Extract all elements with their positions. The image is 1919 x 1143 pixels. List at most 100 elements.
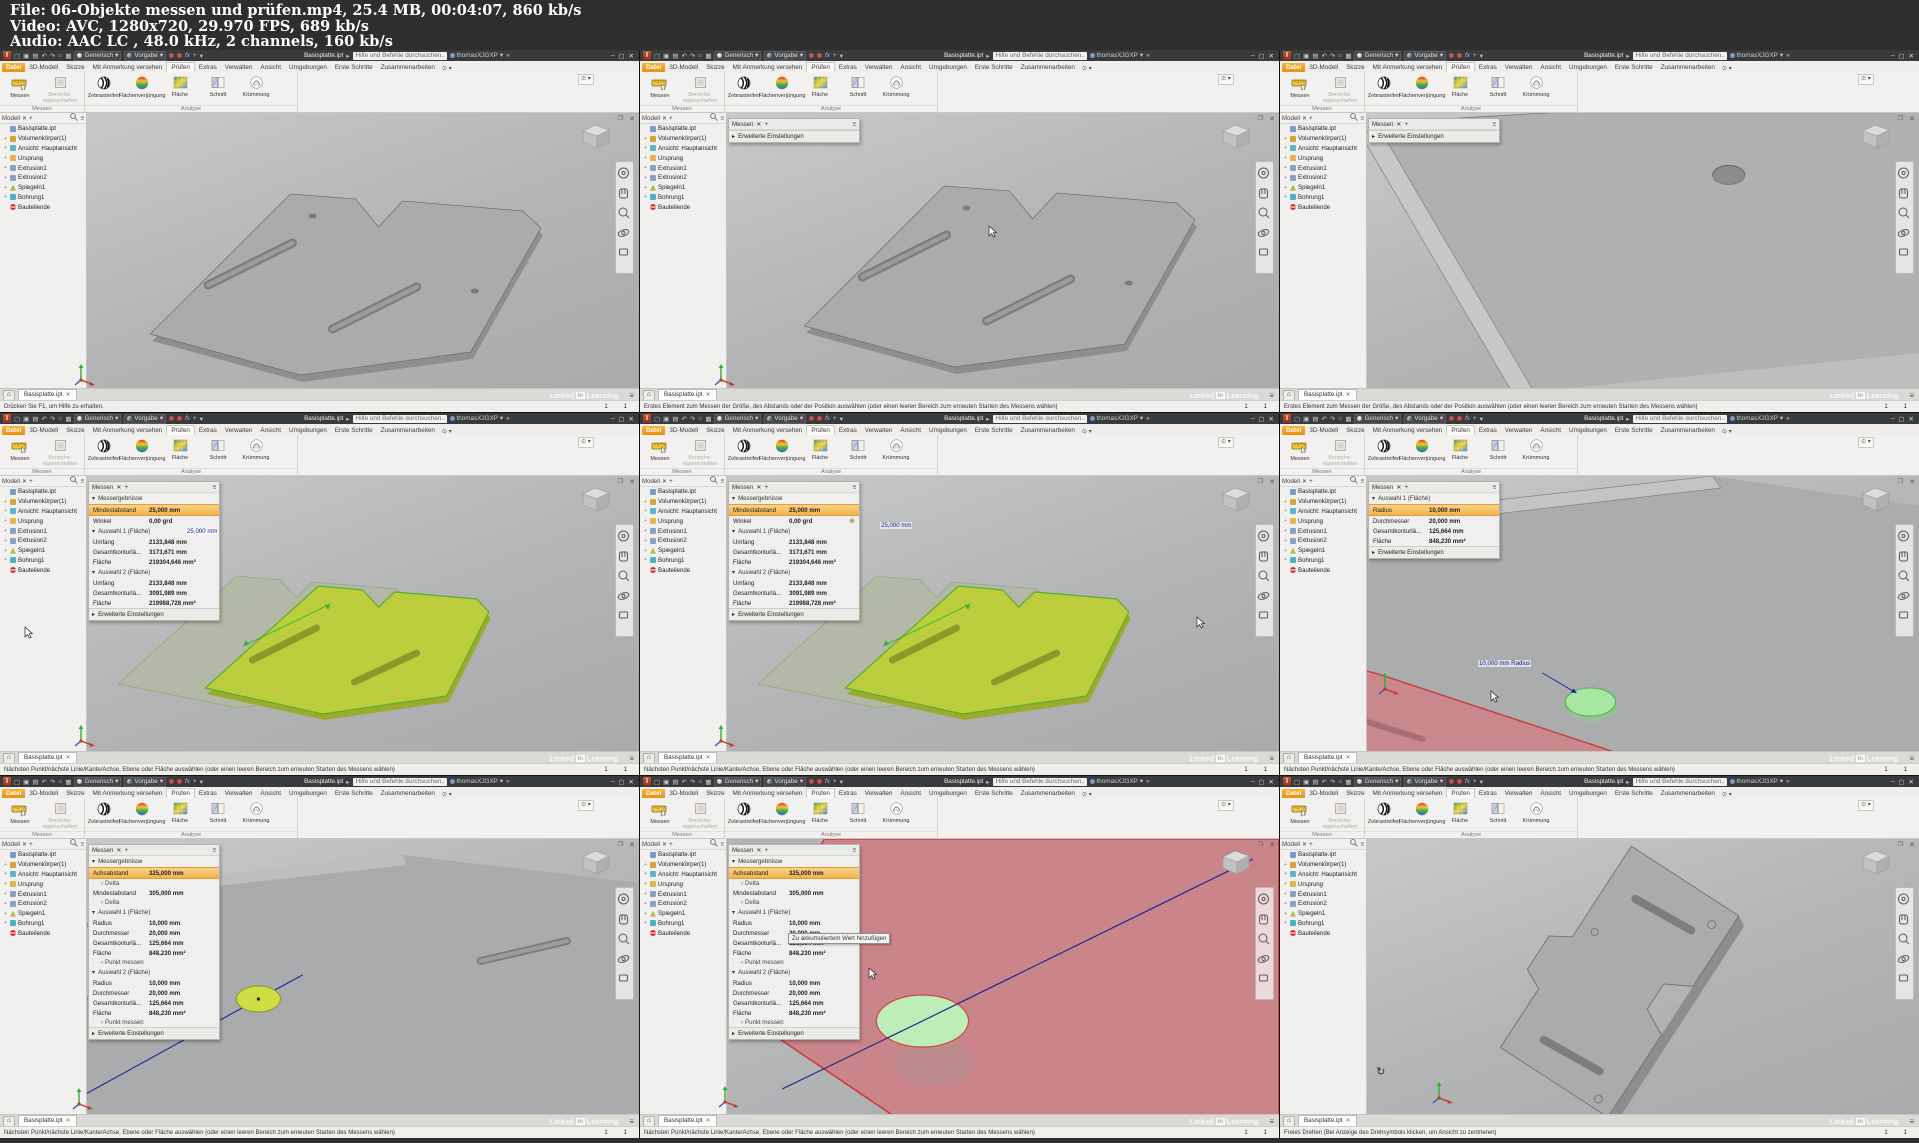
color-override-icon[interactable] (1449, 53, 1454, 58)
tool-zebra-stripes[interactable]: Zebrastreifen (1365, 436, 1403, 463)
minimize-button[interactable]: ‒ (1251, 778, 1255, 786)
add-icon[interactable]: + (669, 478, 673, 485)
tree-item[interactable]: +Bohrung1 (0, 556, 86, 566)
tree-item[interactable]: +Bohrung1 (0, 193, 86, 203)
home-icon[interactable]: ⌂ (58, 415, 62, 422)
tree-item[interactable]: +Spiegeln1 (0, 909, 86, 919)
tool-draft-analysis[interactable]: Flächenverjüngung (1403, 799, 1441, 826)
advanced-settings-toggle[interactable]: ▸Erweiterte Einstellungen (89, 608, 219, 620)
render-icon[interactable]: ▦ (705, 778, 711, 786)
render-icon[interactable]: ▦ (1345, 52, 1351, 60)
tab-extras[interactable]: Extras (835, 63, 861, 72)
tree-item[interactable]: +Spiegeln1 (0, 183, 86, 193)
tree-item[interactable]: +Extrusion1 (640, 526, 726, 536)
restore-button[interactable]: ▢ (1258, 415, 1264, 423)
cart-icon[interactable]: » (506, 415, 510, 422)
tab-skizze[interactable]: Skizze (62, 426, 89, 435)
viewport-close-icon[interactable]: ✕ (1269, 841, 1275, 849)
tab-pr-fen[interactable]: Prüfen (166, 788, 195, 798)
tool-ruler[interactable]: Messen (1280, 799, 1320, 826)
viewcube[interactable] (1217, 847, 1253, 882)
appearance-adjust-icon[interactable] (1457, 779, 1462, 784)
tab-ansicht[interactable]: Ansicht (1536, 789, 1565, 798)
tab-umgebungen[interactable]: Umgebungen (1565, 63, 1611, 72)
close-icon[interactable]: ✕ (756, 847, 761, 854)
tree-item[interactable]: +Volumenkörper(1) (1280, 134, 1366, 144)
restore-button[interactable]: ▢ (1898, 778, 1904, 786)
panel-measure-row[interactable]: Durchmesser20,000 mm (1369, 516, 1499, 526)
new-file-icon[interactable]: ▢ (1294, 415, 1300, 423)
panel-measure-row[interactable]: Durchmesser20,000 mm (89, 928, 219, 938)
panel-measure-row[interactable]: Radius10,000 mm (729, 978, 859, 988)
viewport-3d[interactable]: Modell✕+≡Basisplatte.ipt+Volumenkörper(1… (640, 113, 1279, 389)
add-icon[interactable]: + (764, 847, 768, 854)
material-dropdown[interactable]: Generisch▾ (74, 51, 121, 61)
hamburger-menu-icon[interactable]: ≡ (1909, 1117, 1916, 1126)
add-icon[interactable]: + (193, 415, 197, 422)
tree-item[interactable]: Bauteilende (1280, 928, 1366, 938)
panel-measure-row[interactable]: Fläche219304,646 mm² (729, 557, 859, 567)
advanced-settings-toggle[interactable]: ▸Erweiterte Einstellungen (89, 1027, 219, 1039)
hamburger-menu-icon[interactable]: ≡ (212, 484, 216, 491)
redo-icon[interactable]: ↷ (690, 778, 695, 786)
search-icon[interactable] (710, 839, 718, 849)
panel-measure-row[interactable]: Durchmesser20,000 mm (89, 988, 219, 998)
hamburger-menu-icon[interactable]: ≡ (1492, 484, 1496, 491)
tree-item[interactable]: +Ursprung (0, 516, 86, 526)
tree-item[interactable]: +Spiegeln1 (1280, 909, 1366, 919)
tab-verwalten[interactable]: Verwalten (1501, 63, 1537, 72)
panel-measure-row[interactable]: Mindestabstand305,000 mm (89, 888, 219, 898)
tab-verwalten[interactable]: Verwalten (1501, 426, 1537, 435)
panel-section-header[interactable]: ▾Messergebnisse (729, 493, 859, 504)
hamburger-menu-icon[interactable]: ≡ (1909, 391, 1916, 400)
add-icon[interactable]: + (29, 478, 33, 485)
redo-icon[interactable]: ↷ (1330, 52, 1335, 60)
tab-ansicht[interactable]: Ansicht (1536, 63, 1565, 72)
tree-item[interactable]: +Bohrung1 (640, 193, 726, 203)
tab-3d-modell[interactable]: 3D-Modell (1305, 63, 1342, 72)
cart-icon[interactable]: » (1146, 778, 1150, 785)
tab-datei[interactable]: Datei (1282, 426, 1305, 435)
tree-item[interactable]: +Extrusion2 (1280, 899, 1366, 909)
user-account[interactable]: thomasXJGXP▾ (450, 415, 503, 422)
close-icon[interactable]: ✕ (1302, 115, 1307, 122)
render-icon[interactable]: ▦ (705, 415, 711, 423)
viewport-restore-icon[interactable]: ❐ (1898, 841, 1903, 848)
color-override-icon[interactable] (809, 779, 814, 784)
tool-section-analysis[interactable]: Schnitt (199, 799, 237, 825)
viewport-close-icon[interactable]: ✕ (1909, 115, 1915, 123)
hamburger-menu-icon[interactable]: ≡ (1492, 121, 1496, 128)
viewcube[interactable] (1857, 847, 1893, 882)
panel-measure-row[interactable]: Fläche848,230 mm² (729, 1008, 859, 1018)
tree-item[interactable]: Bauteilende (0, 928, 86, 938)
tree-item[interactable]: Basisplatte.ipt (640, 124, 726, 134)
panel-sub-row[interactable]: ›Punkt messen (89, 1018, 219, 1027)
tool-ruler[interactable]: Messen (1280, 73, 1320, 100)
tool-ruler[interactable]: Messen (640, 73, 680, 100)
home-icon[interactable]: ⌂ (3, 390, 15, 401)
close-button[interactable]: ✕ (1269, 52, 1274, 60)
tool-section-analysis[interactable]: Schnitt (839, 73, 877, 99)
add-icon[interactable]: + (764, 121, 768, 128)
panel-sub-row[interactable]: ›Delta (89, 898, 219, 907)
redo-icon[interactable]: ↷ (50, 52, 55, 60)
panel-sub-row[interactable]: ›Punkt messen (729, 1018, 859, 1027)
undo-icon[interactable]: ↶ (1321, 52, 1326, 60)
appearance-adjust-icon[interactable] (817, 53, 822, 58)
help-search-input[interactable]: Hilfe und Befehle durchsuchen.. (353, 415, 447, 423)
tab-extras[interactable]: Extras (1475, 789, 1501, 798)
tab-skizze[interactable]: Skizze (62, 789, 89, 798)
panel-measure-row[interactable]: Umfang2133,848 mm (89, 537, 219, 547)
tool-zebra-stripes[interactable]: Zebrastreifen (85, 799, 123, 826)
tool-draft-analysis[interactable]: Flächenverjüngung (123, 799, 161, 826)
tab-skizze[interactable]: Skizze (702, 426, 729, 435)
viewcube[interactable] (1857, 484, 1893, 519)
close-icon[interactable]: ✕ (706, 1117, 711, 1124)
panel-measure-row[interactable]: Achsabstand325,000 mm (89, 867, 219, 879)
tool-ruler[interactable]: Messen (640, 436, 680, 463)
tab-verwalten[interactable]: Verwalten (861, 63, 897, 72)
navigation-bar[interactable] (1895, 524, 1914, 637)
inventor-logo-icon[interactable]: I (643, 51, 651, 60)
home-icon[interactable]: ⌂ (1338, 778, 1342, 785)
tab-ansicht[interactable]: Ansicht (256, 63, 285, 72)
